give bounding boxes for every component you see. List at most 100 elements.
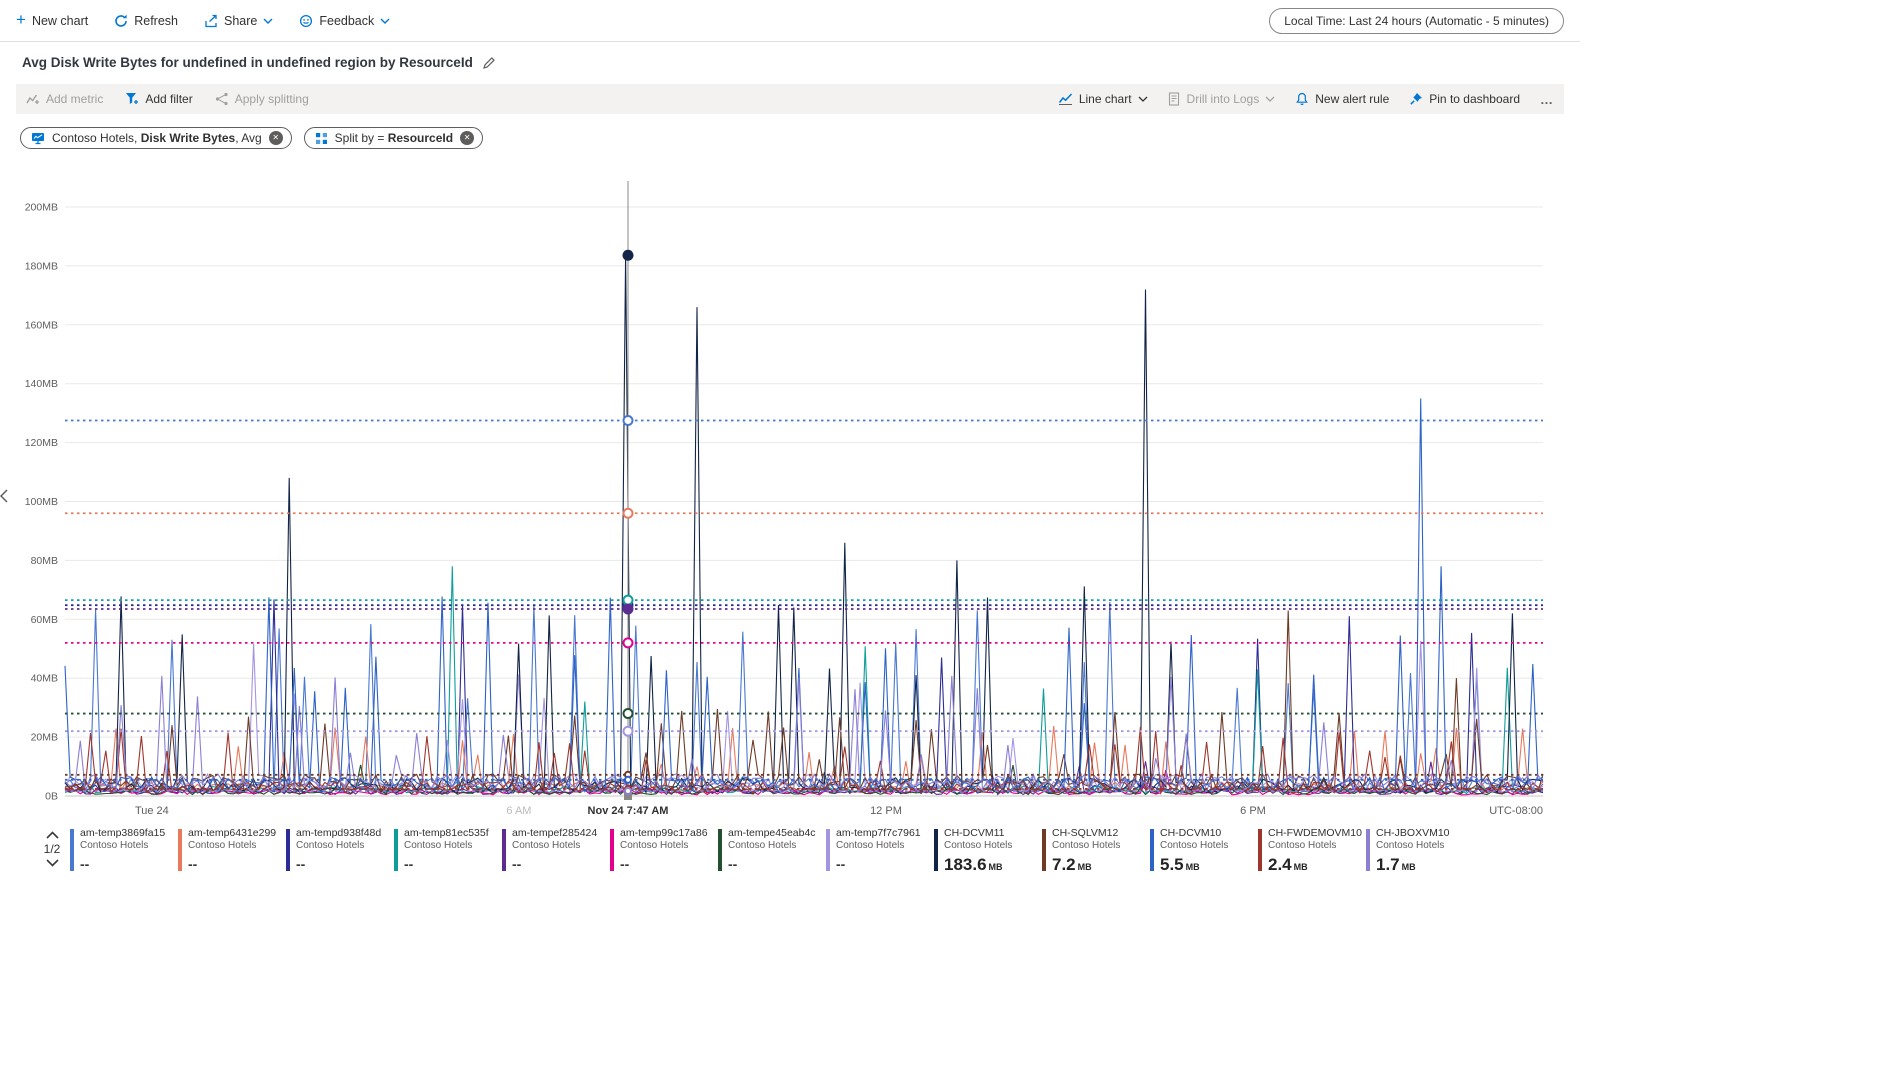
legend-item-am-temp6431e299[interactable]: am-temp6431e299 Contoso Hotels -- [178,827,282,875]
apply-splitting-button: Apply splitting [215,92,309,106]
add-metric-label: Add metric [46,92,104,106]
chart-type-dropdown[interactable]: Line chart [1058,92,1148,106]
chevron-down-icon [1138,96,1147,102]
legend-series-value: 7.2 MB [1052,854,1092,874]
legend-item-am-temp81ec535f[interactable]: am-temp81ec535f Contoso Hotels -- [394,827,498,875]
metric-pill-text: Contoso Hotels, Disk Write Bytes, Avg [52,131,262,145]
add-metric-button: Add metric [26,92,103,106]
metric-pill-metric-name: Disk Write Bytes [140,131,236,145]
legend-item-am-tempe45eab4c[interactable]: am-tempe45eab4c Contoso Hotels -- [718,827,822,875]
legend-series-name: CH-SQLVM12 [1052,827,1119,839]
y-tick-label: 80MB [31,555,58,567]
chart-area: 0B 20MB 40MB 60MB 80MB 100MB 120MB 140MB 160MB 18… [0,173,1566,825]
legend-series-value: 183.6 MB [944,854,1003,874]
crosshair-marker-am-temp7f7c7961 [622,725,634,737]
apply-splitting-label: Apply splitting [234,92,309,106]
split-pill-prefix: Split by = [334,131,388,145]
time-range-picker[interactable]: Local Time: Last 24 hours (Automatic - 5… [1269,7,1564,34]
legend-series-name: am-tempd938f48d [296,827,382,839]
legend-item-CH-DCVM11[interactable]: CH-DCVM11 Contoso Hotels 183.6 MB [934,827,1038,875]
remove-split-button[interactable]: ✕ [460,131,475,145]
new-alert-rule-button[interactable]: New alert rule [1295,92,1389,106]
new-alert-rule-label: New alert rule [1315,92,1390,106]
y-tick-label: 40MB [31,673,58,685]
add-metric-icon [26,94,39,104]
crosshair-marker-CH-DCVM11 [622,249,634,261]
y-tick-label: 100MB [25,496,58,508]
legend-item-am-temp99c17a86[interactable]: am-temp99c17a86 Contoso Hotels -- [610,827,714,875]
legend-series-company: Contoso Hotels [1052,839,1121,851]
chevron-down-icon [263,18,273,24]
metrics-explorer: + New chart Refresh Share Feedback Local… [0,0,1580,875]
legend-series-name: am-temp6431e299 [188,827,277,839]
legend-item-CH-DCVM10[interactable]: CH-DCVM10 Contoso Hotels 5.5 MB [1150,827,1254,875]
pin-to-dashboard-label: Pin to dashboard [1429,92,1520,106]
legend-series-company: Contoso Hotels [188,839,257,851]
legend-series-company: Contoso Hotels [404,839,473,851]
refresh-icon [115,14,128,27]
pin-to-dashboard-button[interactable]: Pin to dashboard [1409,92,1520,106]
legend-series-name: am-tempe45eab4c [728,827,816,839]
apply-splitting-icon [215,92,228,106]
y-tick-label: 180MB [25,260,58,272]
legend-item-am-tempef285424[interactable]: am-tempef285424 Contoso Hotels -- [502,827,606,875]
crosshair-marker-am-tempef285424 [622,603,634,615]
add-filter-icon [126,93,139,104]
top-toolbar: + New chart Refresh Share Feedback Local… [0,0,1580,42]
metric-pill[interactable]: Contoso Hotels, Disk Write Bytes, Avg ✕ [20,127,292,149]
legend-series-company: Contoso Hotels [836,839,905,851]
split-pill[interactable]: Split by = ResourceId ✕ [303,127,484,149]
x-tick-label: 6 AM [506,805,531,817]
legend-item-am-tempd938f48d[interactable]: am-tempd938f48d Contoso Hotels -- [286,827,390,875]
legend-series-value: -- [512,855,522,872]
legend-item-am-temp7f7c7961[interactable]: am-temp7f7c7961 Contoso Hotels -- [826,827,930,875]
legend-series-value: -- [728,855,738,872]
chart-toolbar-right: Line chart Drill into Logs New alert rul… [1058,92,1554,107]
legend-series-company: Contoso Hotels [728,839,797,851]
legend-item-CH-FWDEMOVM10[interactable]: CH-FWDEMOVM10 Contoso Hotels 2.4 MB [1258,827,1362,875]
legend-series-value: 1.7 MB [1376,854,1416,874]
x-tick-label: 12 PM [870,805,902,817]
new-alert-rule-icon [1296,92,1309,106]
more-options-button[interactable]: … [1540,92,1554,107]
crosshair-time-label: Nov 24 7:47 AM [588,805,669,817]
legend-item-am-temp3869fa15[interactable]: am-temp3869fa15 Contoso Hotels -- [70,827,174,875]
legend-series-name: am-temp99c17a86 [620,827,708,839]
x-axis-timezone-label: UTC-08:00 [1489,805,1543,817]
legend-item-CH-SQLVM12[interactable]: CH-SQLVM12 Contoso Hotels 7.2 MB [1042,827,1146,875]
feedback-smiley-icon [300,14,313,27]
split-pill-dimension: ResourceId [387,131,454,145]
legend-series-value: -- [80,855,90,872]
legend-series-company: Contoso Hotels [620,839,689,851]
legend-series-name: am-temp3869fa15 [80,827,166,839]
feedback-button[interactable]: Feedback [299,14,390,28]
y-tick-label: 0B [45,791,58,803]
refresh-button[interactable]: Refresh [114,14,178,28]
metric-pill-prefix: Contoso Hotels, [52,131,141,145]
legend-series-value: -- [836,855,846,872]
y-tick-label: 60MB [31,614,58,626]
pin-icon [1410,93,1423,105]
new-chart-label: New chart [31,13,89,28]
collapse-panel-button[interactable] [0,485,12,507]
legend-pager: 1/2 [34,827,70,875]
share-button[interactable]: Share [204,14,273,28]
y-tick-label: 20MB [31,732,58,744]
legend-items: am-temp3869fa15 Contoso Hotels -- am-temp64… [70,827,1474,875]
legend-item-CH-JBOXVM10[interactable]: CH-JBOXVM10 Contoso Hotels 1.7 MB [1366,827,1470,875]
add-filter-button[interactable]: Add filter [125,92,193,106]
legend-series-value: -- [620,855,630,872]
metrics-line-chart[interactable]: 0B 20MB 40MB 60MB 80MB 100MB 120MB 140MB 160MB 18… [0,173,1566,825]
legend-page-down-button[interactable] [45,859,59,867]
legend-series-company: Contoso Hotels [944,839,1013,851]
y-tick-label: 200MB [25,202,58,214]
legend-page-up-button[interactable] [45,831,59,839]
add-filter-label: Add filter [145,92,193,106]
remove-metric-button[interactable]: ✕ [268,131,283,145]
legend-series-name: CH-JBOXVM10 [1376,827,1450,839]
crosshair-marker-am-temp6431e299 [622,507,634,519]
new-chart-button[interactable]: + New chart [16,11,89,28]
refresh-label: Refresh [134,13,178,28]
edit-title-icon[interactable] [482,56,496,70]
legend-series-value: -- [296,855,306,872]
